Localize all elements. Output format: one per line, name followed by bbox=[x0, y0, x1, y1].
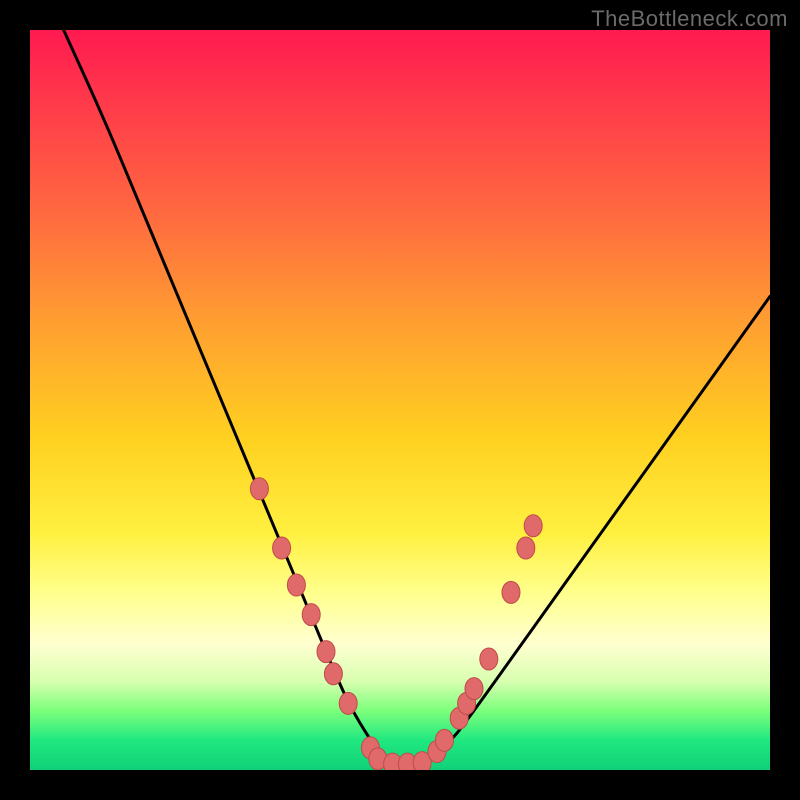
data-marker bbox=[413, 752, 431, 770]
data-marker bbox=[450, 707, 468, 729]
data-marker bbox=[435, 729, 453, 751]
data-marker bbox=[369, 748, 387, 770]
data-marker bbox=[465, 678, 483, 700]
data-marker bbox=[428, 741, 446, 763]
data-marker bbox=[517, 537, 535, 559]
watermark-text: TheBottleneck.com bbox=[591, 6, 788, 32]
data-marker bbox=[398, 753, 416, 770]
plot-area bbox=[30, 30, 770, 770]
chart-frame: TheBottleneck.com bbox=[0, 0, 800, 800]
data-marker bbox=[317, 641, 335, 663]
data-marker bbox=[324, 663, 342, 685]
data-marker bbox=[502, 581, 520, 603]
data-marker bbox=[458, 692, 476, 714]
data-marker bbox=[302, 604, 320, 626]
marker-group bbox=[250, 478, 542, 770]
bottleneck-curve bbox=[30, 30, 770, 766]
data-marker bbox=[480, 648, 498, 670]
data-marker bbox=[287, 574, 305, 596]
data-marker bbox=[339, 692, 357, 714]
data-marker bbox=[250, 478, 268, 500]
data-marker bbox=[384, 753, 402, 770]
data-marker bbox=[524, 515, 542, 537]
data-marker bbox=[273, 537, 291, 559]
chart-overlay bbox=[30, 30, 770, 770]
data-marker bbox=[361, 737, 379, 759]
